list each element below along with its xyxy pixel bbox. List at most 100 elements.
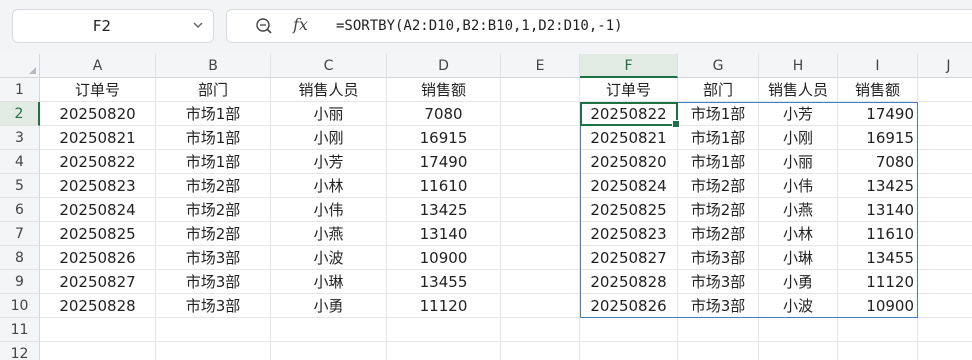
column-header-e[interactable]: E <box>501 54 580 78</box>
chevron-down-icon[interactable] <box>191 18 205 32</box>
result-header-cell[interactable]: 订单号 <box>580 78 678 102</box>
result-cell[interactable]: 17490 <box>838 102 918 126</box>
cell-c12[interactable] <box>271 342 387 360</box>
cell-e2[interactable] <box>501 102 580 126</box>
cell-j3[interactable] <box>918 126 972 150</box>
source-header-cell[interactable]: 订单号 <box>40 78 156 102</box>
source-cell[interactable]: 市场1部 <box>156 150 271 174</box>
cell-e1[interactable] <box>501 78 580 102</box>
result-cell[interactable]: 市场3部 <box>678 294 759 318</box>
source-cell[interactable]: 16915 <box>387 126 501 150</box>
source-cell[interactable]: 11610 <box>387 174 501 198</box>
name-box[interactable]: F2 <box>12 9 214 43</box>
cell-j2[interactable] <box>918 102 972 126</box>
source-cell[interactable]: 市场3部 <box>156 294 271 318</box>
cell-e6[interactable] <box>501 198 580 222</box>
result-cell[interactable]: 11610 <box>838 222 918 246</box>
spreadsheet-grid[interactable]: ABCDEFGHIJ 1 2 3 4 5 6 7 8 9 10 11 12 订单号 部门 销售人员 销售额 2… <box>0 54 972 360</box>
source-cell[interactable]: 小燕 <box>271 222 387 246</box>
source-cell[interactable]: 20250826 <box>40 246 156 270</box>
cell-h12[interactable] <box>759 342 838 360</box>
cell-e12[interactable] <box>501 342 580 360</box>
source-cell[interactable]: 小勇 <box>271 294 387 318</box>
cell-e9[interactable] <box>501 270 580 294</box>
result-cell[interactable]: 13140 <box>838 198 918 222</box>
source-cell[interactable]: 小伟 <box>271 198 387 222</box>
result-header-cell[interactable]: 部门 <box>678 78 759 102</box>
source-cell[interactable]: 20250821 <box>40 126 156 150</box>
column-header-j[interactable]: J <box>918 54 972 78</box>
cell-b12[interactable] <box>156 342 271 360</box>
source-cell[interactable]: 市场3部 <box>156 270 271 294</box>
row-header-12[interactable]: 12 <box>0 342 40 360</box>
source-cell[interactable]: 11120 <box>387 294 501 318</box>
formula-text[interactable]: =SORTBY(A2:D10,B2:B10,1,D2:D10,-1) <box>336 10 623 42</box>
cell-j12[interactable] <box>918 342 972 360</box>
source-cell[interactable]: 小芳 <box>271 150 387 174</box>
result-cell[interactable]: 20250821 <box>580 126 678 150</box>
formula-input-area[interactable]: fx =SORTBY(A2:D10,B2:B10,1,D2:D10,-1) <box>226 9 972 43</box>
source-cell[interactable]: 20250822 <box>40 150 156 174</box>
result-cell[interactable]: 市场2部 <box>678 198 759 222</box>
result-cell[interactable]: 11120 <box>838 270 918 294</box>
cell-c11[interactable] <box>271 318 387 342</box>
cell-e5[interactable] <box>501 174 580 198</box>
cell-a11[interactable] <box>40 318 156 342</box>
source-cell[interactable]: 20250824 <box>40 198 156 222</box>
row-header-4[interactable]: 4 <box>0 150 40 174</box>
row-header-5[interactable]: 5 <box>0 174 40 198</box>
cell-j6[interactable] <box>918 198 972 222</box>
cell-g12[interactable] <box>678 342 759 360</box>
row-header-1[interactable]: 1 <box>0 78 40 102</box>
cell-j11[interactable] <box>918 318 972 342</box>
zoom-icon[interactable] <box>255 17 273 35</box>
cell-h11[interactable] <box>759 318 838 342</box>
cell-e4[interactable] <box>501 150 580 174</box>
result-cell[interactable]: 13455 <box>838 246 918 270</box>
source-header-cell[interactable]: 部门 <box>156 78 271 102</box>
result-cell[interactable]: 小琳 <box>759 246 838 270</box>
result-cell[interactable]: 20250825 <box>580 198 678 222</box>
source-cell[interactable]: 20250820 <box>40 102 156 126</box>
column-header-i[interactable]: I <box>838 54 918 78</box>
cell-e11[interactable] <box>501 318 580 342</box>
cell-e8[interactable] <box>501 246 580 270</box>
source-cell[interactable]: 小刚 <box>271 126 387 150</box>
result-cell[interactable]: 小勇 <box>759 270 838 294</box>
result-cell[interactable]: 20250827 <box>580 246 678 270</box>
row-header-10[interactable]: 10 <box>0 294 40 318</box>
cell-a12[interactable] <box>40 342 156 360</box>
source-cell[interactable]: 13455 <box>387 270 501 294</box>
cell-j10[interactable] <box>918 294 972 318</box>
result-cell[interactable]: 小林 <box>759 222 838 246</box>
row-header-2[interactable]: 2 <box>0 102 40 126</box>
column-header-c[interactable]: C <box>271 54 387 78</box>
source-cell[interactable]: 20250828 <box>40 294 156 318</box>
cell-j4[interactable] <box>918 150 972 174</box>
cell-d11[interactable] <box>387 318 501 342</box>
source-cell[interactable]: 市场1部 <box>156 126 271 150</box>
source-cell[interactable]: 小波 <box>271 246 387 270</box>
cell-g11[interactable] <box>678 318 759 342</box>
column-header-g[interactable]: G <box>678 54 759 78</box>
row-header-3[interactable]: 3 <box>0 126 40 150</box>
cell-e10[interactable] <box>501 294 580 318</box>
column-header-f[interactable]: F <box>580 54 678 78</box>
result-cell[interactable]: 小刚 <box>759 126 838 150</box>
source-cell[interactable]: 小琳 <box>271 270 387 294</box>
source-header-cell[interactable]: 销售人员 <box>271 78 387 102</box>
result-cell[interactable]: 16915 <box>838 126 918 150</box>
source-cell[interactable]: 13425 <box>387 198 501 222</box>
cell-b11[interactable] <box>156 318 271 342</box>
cell-j8[interactable] <box>918 246 972 270</box>
result-cell[interactable]: 20250822 <box>580 102 678 126</box>
source-cell[interactable]: 小林 <box>271 174 387 198</box>
column-header-b[interactable]: B <box>156 54 271 78</box>
row-header-9[interactable]: 9 <box>0 270 40 294</box>
result-cell[interactable]: 小波 <box>759 294 838 318</box>
result-cell[interactable]: 小伟 <box>759 174 838 198</box>
row-header-7[interactable]: 7 <box>0 222 40 246</box>
cell-f12[interactable] <box>580 342 678 360</box>
source-cell[interactable]: 7080 <box>387 102 501 126</box>
result-cell[interactable]: 市场1部 <box>678 102 759 126</box>
